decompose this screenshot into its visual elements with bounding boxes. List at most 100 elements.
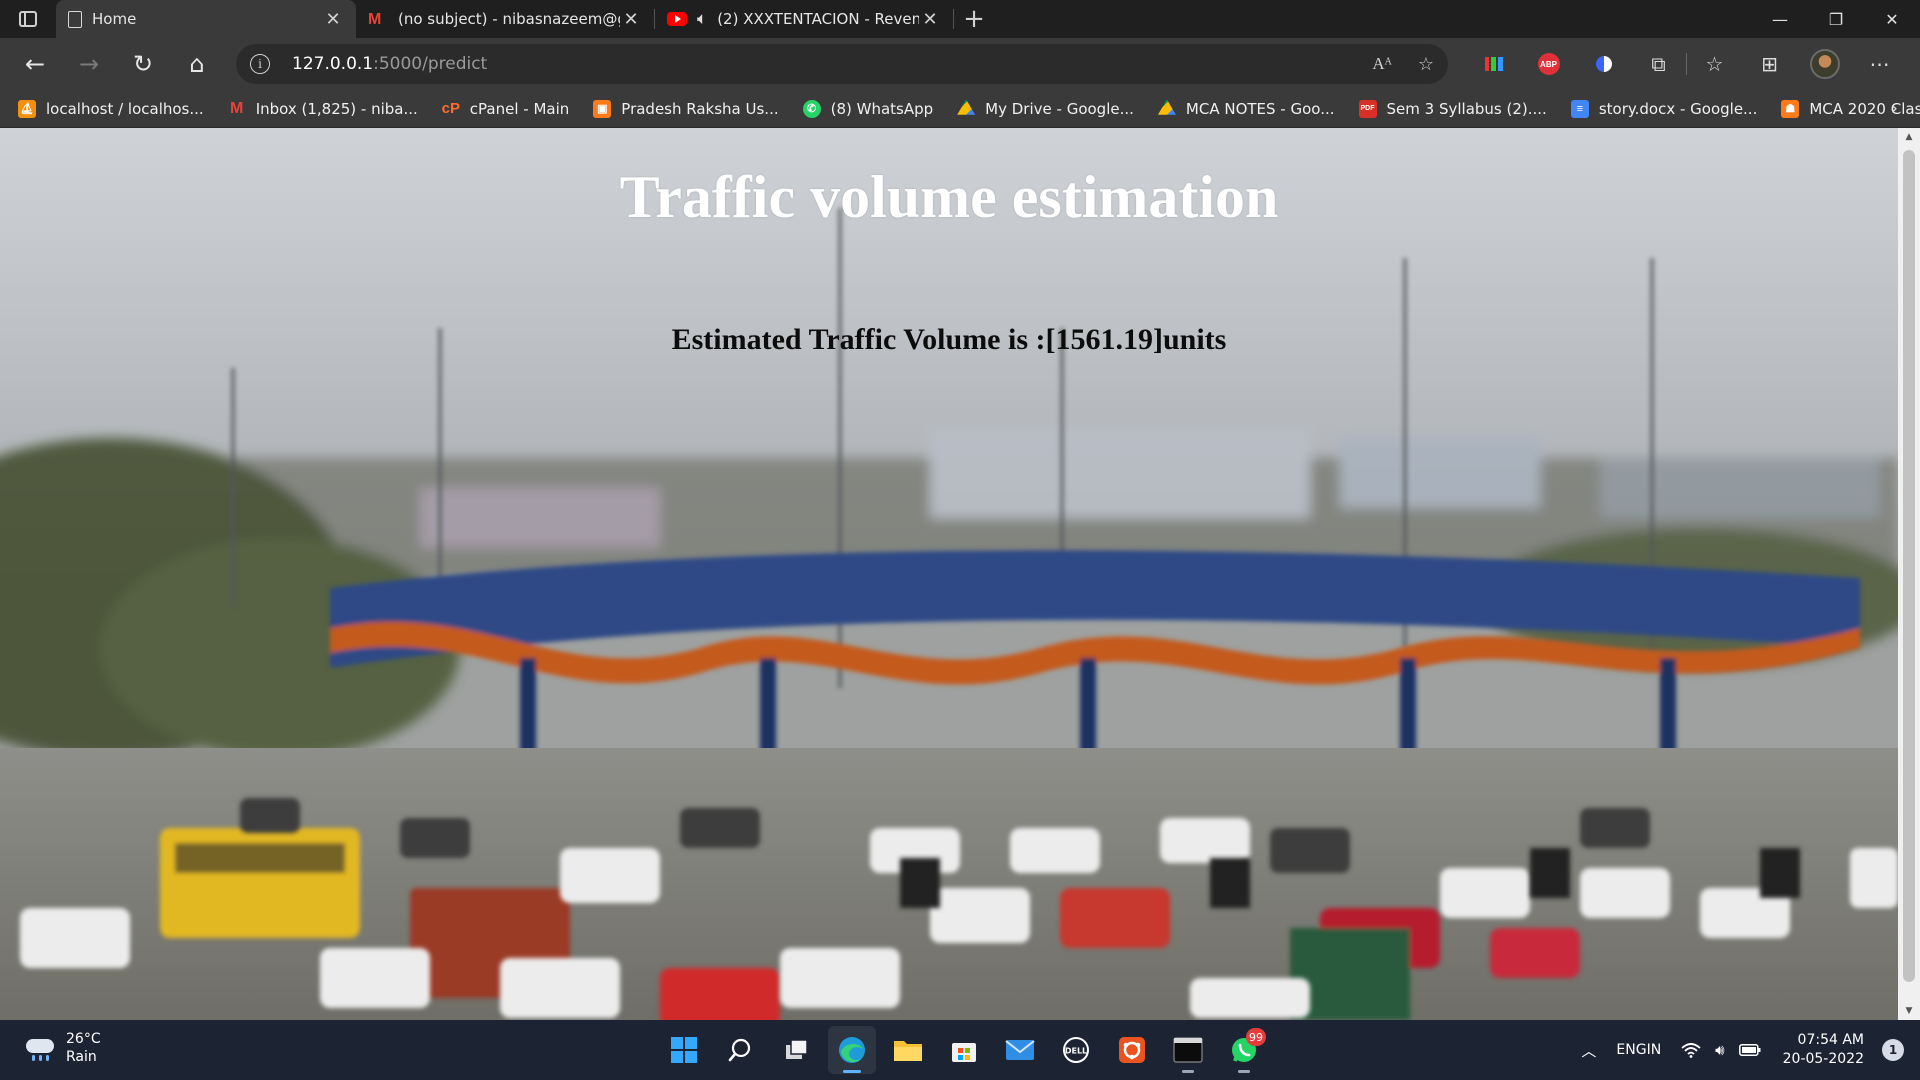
address-bar[interactable]: i 127.0.0.1:5000/predict Aᴬ ☆ [236, 44, 1448, 84]
favorite-item[interactable]: MCA NOTES - Goo... [1157, 94, 1335, 124]
home-icon: ⌂ [189, 50, 205, 78]
url-text[interactable]: 127.0.0.1:5000/predict [292, 54, 487, 74]
new-tab-button[interactable]: + [954, 0, 994, 38]
page-icon [68, 10, 82, 28]
profile-button[interactable] [1797, 44, 1852, 84]
favorite-label: MCA NOTES - Goo... [1185, 99, 1335, 118]
pradesh-icon: ▣ [593, 99, 612, 118]
adblock-plus-button[interactable]: ABP [1521, 44, 1576, 84]
scroll-down-arrow-icon[interactable]: ▼ [1898, 1002, 1920, 1020]
favorite-label: (8) WhatsApp [830, 99, 934, 118]
back-arrow-icon: ← [24, 50, 46, 78]
youtube-icon [667, 12, 687, 26]
language-indicator[interactable]: ENG IN [1616, 1041, 1661, 1059]
gmail-icon: M [368, 10, 382, 28]
favorite-item[interactable]: cP cPanel - Main [441, 94, 570, 124]
pinned-apps: DELL 99 [660, 1026, 1268, 1074]
speaker-icon[interactable]: 🔈︎ [697, 9, 707, 29]
favorite-item[interactable]: My Drive - Google... [957, 94, 1134, 124]
color-extension-button[interactable] [1466, 44, 1521, 84]
prediction-result: Estimated Traffic Volume is :[1561.19]un… [671, 323, 1227, 356]
favorites-bar: ⛵︎ localhost / localhos... M Inbox (1,825)… [0, 90, 1920, 128]
forward-arrow-icon: → [78, 50, 100, 78]
favorite-item[interactable]: M Inbox (1,825) - niba... [228, 94, 418, 124]
favorites-button[interactable]: ☆ [1687, 44, 1742, 84]
clock-time: 07:54 AM [1797, 1032, 1864, 1048]
region-code: IN [1646, 1042, 1662, 1058]
tab-actions-menu-button[interactable] [0, 0, 56, 38]
forward-button[interactable]: → [62, 44, 116, 84]
tab-actions-icon [19, 11, 37, 27]
collections-button[interactable]: ⊞ [1742, 44, 1797, 84]
close-window-button[interactable]: ✕ [1864, 0, 1920, 38]
svg-text:DELL: DELL [1065, 1047, 1087, 1056]
minimize-button[interactable]: — [1752, 0, 1808, 38]
home-button[interactable]: ⌂ [170, 44, 224, 84]
favorite-item[interactable]: ⛵︎ localhost / localhos... [18, 94, 204, 124]
tab-youtube[interactable]: 🔈︎ (2) XXXTENTACION - Revenį ✕ [655, 0, 953, 38]
ubuntu-app[interactable] [1108, 1026, 1156, 1074]
clock[interactable]: 07:54 AM 20-05-2022 [1783, 1031, 1864, 1069]
favorite-label: localhost / localhos... [46, 99, 204, 118]
favorite-item[interactable]: ▣ Pradesh Raksha Us... [593, 94, 779, 124]
adblock-plus-icon: ABP [1537, 53, 1560, 75]
show-hidden-icons-chevron-icon[interactable]: ︿ [1581, 1040, 1596, 1061]
language-code: ENG [1616, 1042, 1647, 1058]
volume-icon[interactable]: 🔊︎ [1715, 1041, 1724, 1059]
scroll-up-arrow-icon[interactable]: ▲ [1898, 128, 1920, 146]
terminal-app[interactable] [1164, 1026, 1212, 1074]
tab-title: (no subject) - nibasnazeem@gm [398, 10, 620, 28]
add-favorite-icon[interactable]: ☆ [1418, 54, 1434, 75]
phpmyadmin-icon: ⛵︎ [18, 99, 36, 118]
collections-icon: ⊞ [1761, 52, 1778, 76]
scroll-thumb[interactable] [1903, 150, 1915, 982]
dark-reader-button[interactable] [1576, 44, 1631, 84]
more-dots-icon: ⋯ [1869, 52, 1890, 76]
url-path: :5000/predict [373, 54, 488, 74]
store-icon [952, 1043, 976, 1062]
task-view-button[interactable] [772, 1026, 820, 1074]
favorite-item[interactable]: ≡ story.docx - Google... [1570, 94, 1757, 124]
search-button[interactable] [716, 1026, 764, 1074]
mail-app[interactable] [996, 1026, 1044, 1074]
puzzle-icon: ⧉ [1651, 52, 1666, 76]
weather-widget[interactable]: 26°C Rain [26, 1030, 101, 1066]
wifi-icon[interactable] [1681, 1042, 1701, 1058]
battery-icon[interactable] [1738, 1044, 1761, 1056]
close-tab-icon[interactable]: ✕ [919, 9, 941, 30]
vertical-scrollbar[interactable]: ▲ ▼ [1898, 128, 1920, 1020]
dell-app[interactable]: DELL [1052, 1026, 1100, 1074]
favorite-item[interactable]: ✆ (8) WhatsApp [802, 94, 934, 124]
favorite-item[interactable]: PDF Sem 3 Syllabus (2).... [1358, 94, 1547, 124]
docs-icon: ≡ [1570, 99, 1589, 118]
toll-plaza-background-image [0, 128, 1898, 1020]
favorites-overflow-chevron-icon[interactable]: › [1891, 98, 1898, 119]
refresh-button[interactable]: ↻ [116, 44, 170, 84]
notification-center-badge[interactable]: 1 [1882, 1039, 1904, 1061]
extensions-button[interactable]: ⧉ [1631, 44, 1686, 84]
settings-menu-button[interactable]: ⋯ [1852, 44, 1907, 84]
whatsapp-app[interactable]: 99 [1220, 1026, 1268, 1074]
tab-gmail[interactable]: M (no subject) - nibasnazeem@gm ✕ [356, 0, 654, 38]
restore-button[interactable]: ❐ [1808, 0, 1864, 38]
tab-strip: Home ✕ M (no subject) - nibasnazeem@gm ✕… [0, 0, 1920, 38]
edge-app[interactable] [828, 1026, 876, 1074]
close-tab-icon[interactable]: ✕ [620, 9, 642, 30]
close-tab-icon[interactable]: ✕ [322, 9, 344, 30]
drive-icon [1157, 99, 1176, 115]
favorite-label: My Drive - Google... [985, 99, 1134, 118]
drive-icon [957, 99, 976, 115]
window-controls: — ❐ ✕ [1752, 0, 1920, 38]
cpanel-icon: cP [441, 100, 460, 117]
read-aloud-icon[interactable]: Aᴬ [1372, 54, 1391, 75]
back-button[interactable]: ← [8, 44, 62, 84]
browser-toolbar: ← → ↻ ⌂ i 127.0.0.1:5000/predict Aᴬ ☆ AB… [0, 38, 1920, 90]
site-info-icon[interactable]: i [250, 54, 270, 74]
microsoft-store-app[interactable] [940, 1026, 988, 1074]
favorite-label: Sem 3 Syllabus (2).... [1386, 99, 1547, 118]
tab-home[interactable]: Home ✕ [56, 0, 356, 38]
start-button[interactable] [660, 1026, 708, 1074]
favorite-item[interactable]: ☗ MCA 2020 Class C [1781, 94, 1920, 124]
search-icon [728, 1038, 751, 1062]
file-explorer-app[interactable] [884, 1026, 932, 1074]
